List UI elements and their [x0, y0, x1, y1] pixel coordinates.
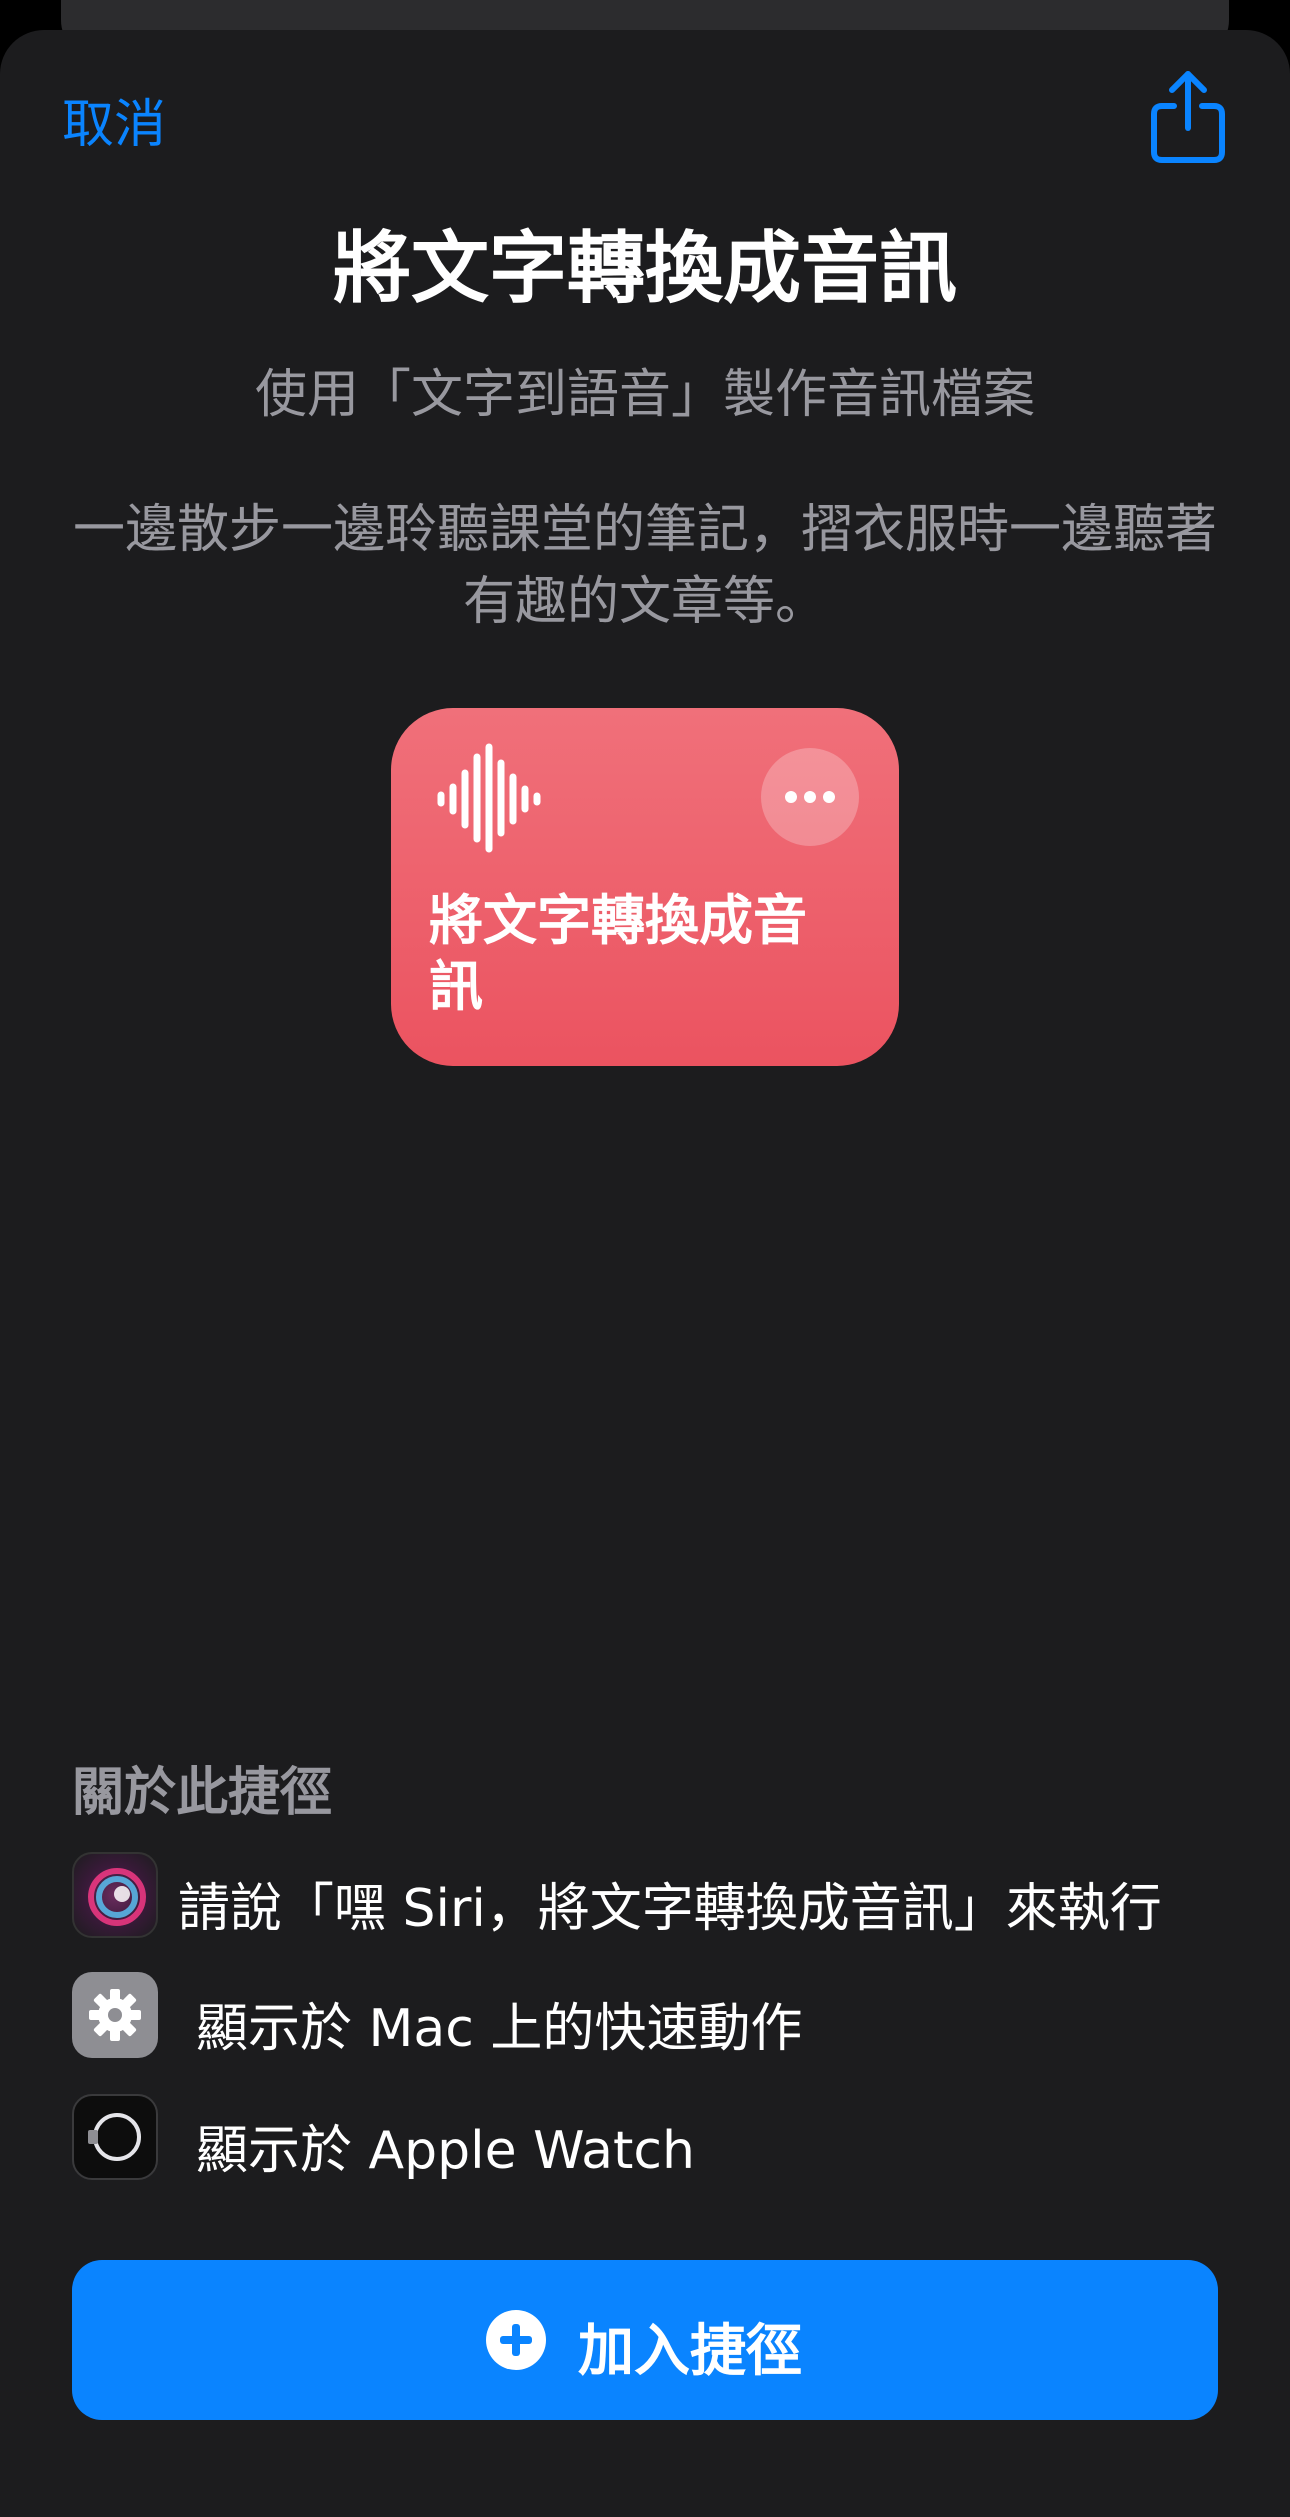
- ellipsis-dot: [804, 791, 816, 803]
- card-title: 將文字轉換成音訊: [429, 889, 807, 1018]
- watch-icon: [72, 2094, 158, 2180]
- add-shortcut-button[interactable]: 加入捷徑: [72, 2260, 1218, 2420]
- gear-icon: [72, 1972, 158, 2058]
- shortcut-title: 將文字轉換成音訊: [332, 224, 957, 314]
- about-item-text: 請說「嘿 Siri，將文字轉換成音訊」來執行: [178, 1879, 1162, 1939]
- about-item-text: 顯示於 Apple Watch: [196, 2121, 695, 2181]
- shortcut-description: 一邊散步一邊聆聽課堂的筆記，摺衣服時一邊聽著有趣的文章等。: [72, 500, 1217, 632]
- ellipsis-dot: [823, 791, 835, 803]
- about-item-siri: 請說「嘿 Siri，將文字轉換成音訊」來執行: [72, 1852, 1218, 1939]
- siri-icon: [72, 1852, 158, 1938]
- shortcut-subtitle: 使用「文字到語音」製作音訊檔案: [254, 365, 1035, 425]
- about-item-text: 顯示於 Mac 上的快速動作: [196, 1999, 803, 2059]
- about-heading: 關於此捷徑: [72, 1763, 333, 1823]
- more-options-button[interactable]: [761, 748, 859, 846]
- plus-circle-icon: [486, 2310, 546, 2370]
- about-item-watch: 顯示於 Apple Watch: [72, 2094, 1218, 2181]
- about-item-mac: 顯示於 Mac 上的快速動作: [72, 1972, 1218, 2059]
- add-shortcut-label: 加入捷徑: [578, 2319, 802, 2384]
- cancel-button[interactable]: 取消: [62, 82, 166, 157]
- share-icon: [1151, 71, 1225, 163]
- shortcut-card[interactable]: 將文字轉換成音訊: [391, 708, 899, 1066]
- share-button[interactable]: [1148, 70, 1228, 166]
- ellipsis-dot: [785, 791, 797, 803]
- waveform-icon: [437, 743, 541, 853]
